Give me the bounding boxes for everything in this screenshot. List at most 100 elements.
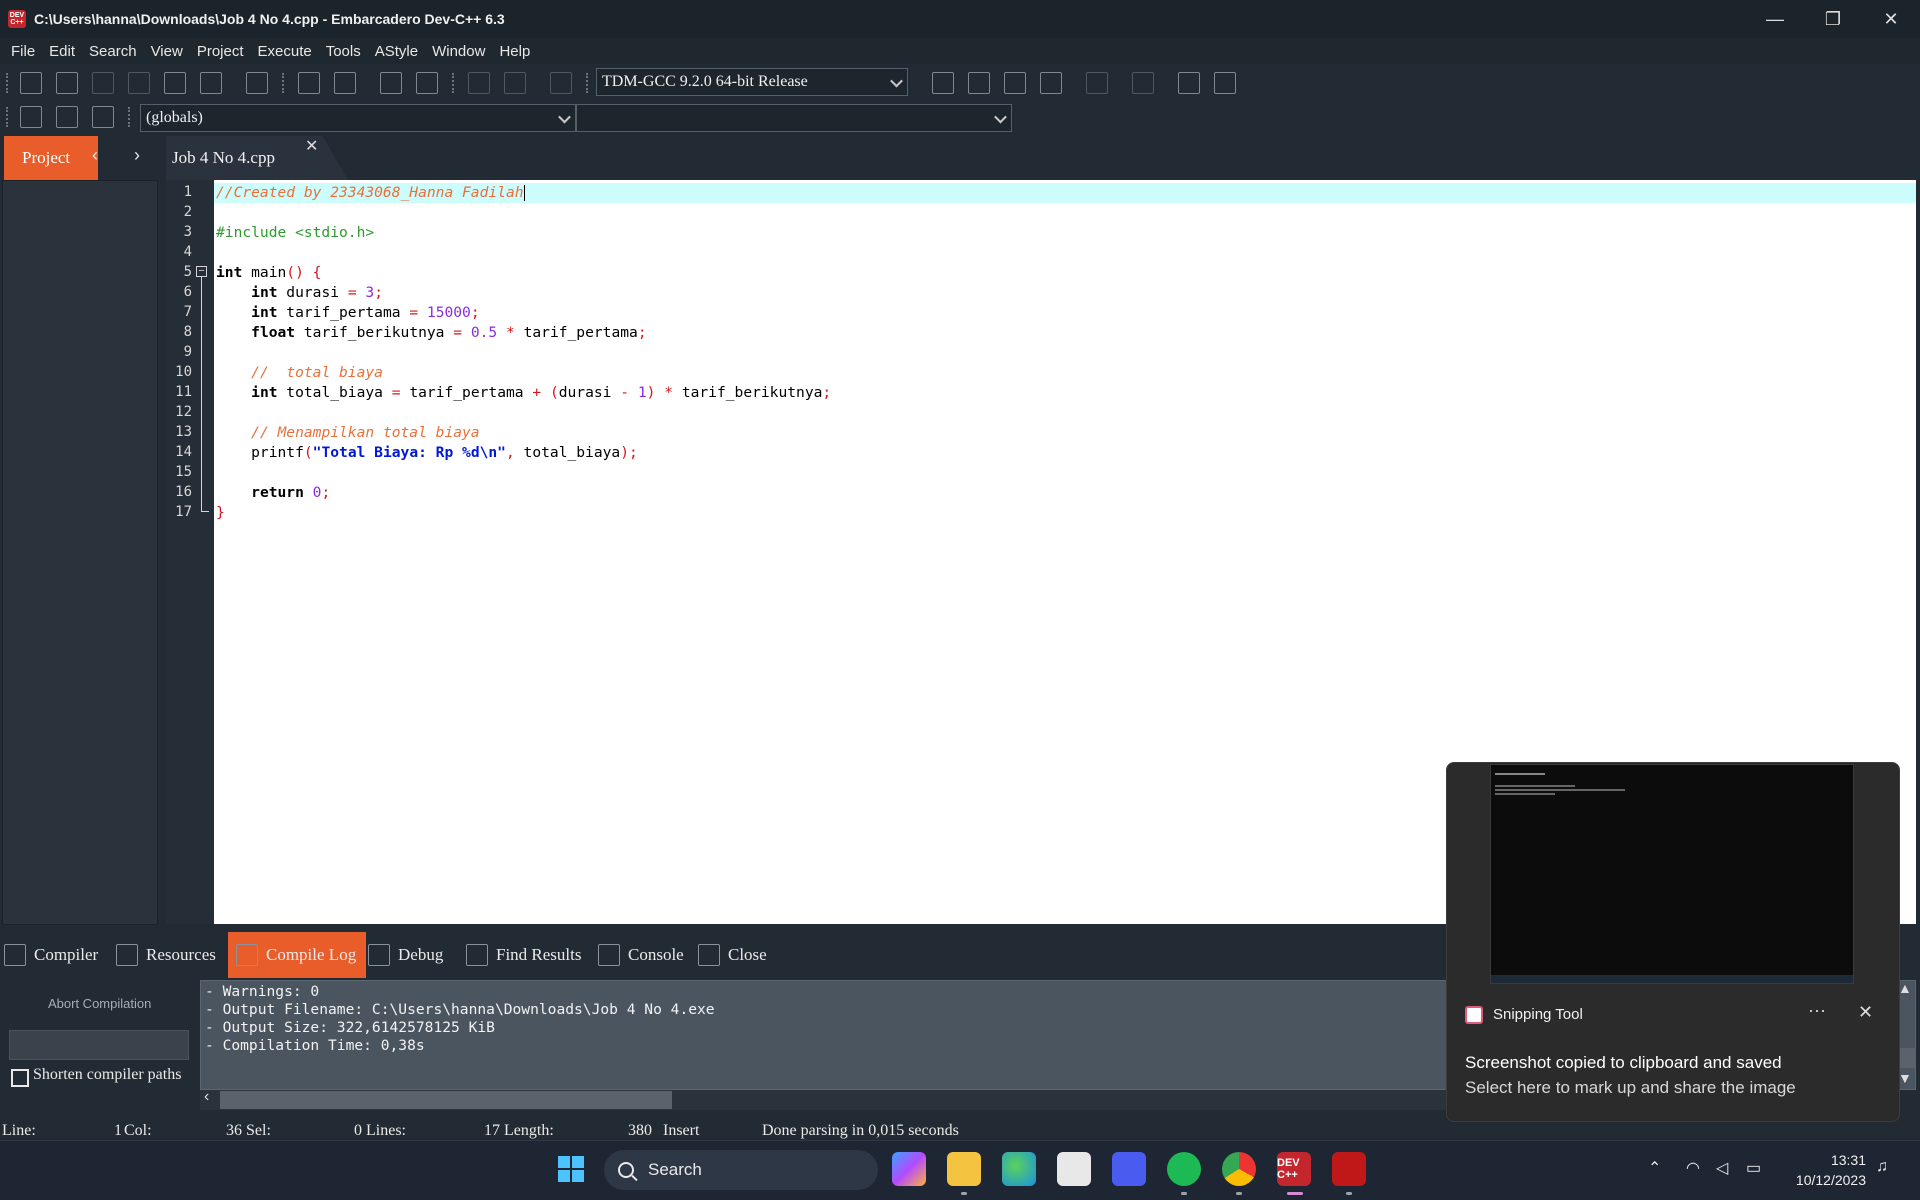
- indent-icon[interactable]: [380, 72, 402, 94]
- print-icon[interactable]: [246, 72, 268, 94]
- scroll-down-icon[interactable]: ▼: [1898, 1070, 1912, 1086]
- toolbar-grip[interactable]: [452, 73, 455, 93]
- close-tab-icon[interactable]: ✕: [305, 136, 318, 156]
- system-clock[interactable]: 13:31 10/12/2023: [1786, 1150, 1866, 1190]
- toolbar-grip[interactable]: [6, 73, 9, 93]
- battery-icon[interactable]: ▭: [1746, 1158, 1761, 1178]
- save-icon[interactable]: [92, 72, 114, 94]
- menu-astyle[interactable]: AStyle: [368, 43, 425, 60]
- edge-icon[interactable]: [1002, 1152, 1036, 1186]
- more-options-icon[interactable]: ···: [1808, 1000, 1826, 1021]
- scrollbar-thumb[interactable]: [1900, 1048, 1916, 1068]
- chevron-right-icon[interactable]: ›: [134, 145, 140, 166]
- scrollbar-thumb[interactable]: [220, 1091, 672, 1109]
- chevron-up-icon[interactable]: ⌃: [1648, 1158, 1661, 1178]
- close-file-icon[interactable]: [164, 72, 186, 94]
- find-icon[interactable]: [298, 72, 320, 94]
- goto-icon[interactable]: [20, 106, 42, 128]
- volume-icon[interactable]: ◁: [1716, 1158, 1728, 1178]
- bookmark-icon[interactable]: [56, 106, 78, 128]
- store-icon[interactable]: [1057, 1152, 1091, 1186]
- find-icon: [466, 944, 488, 966]
- new-file-icon[interactable]: [20, 72, 42, 94]
- profile-icon[interactable]: [1178, 72, 1200, 94]
- fold-toggle-icon[interactable]: −: [196, 266, 207, 277]
- spotify-icon[interactable]: [1167, 1152, 1201, 1186]
- line-number: 8: [183, 324, 192, 340]
- menu-view[interactable]: View: [144, 43, 190, 60]
- stop-icon[interactable]: [1132, 72, 1154, 94]
- tab-compile-log[interactable]: Compile Log: [228, 932, 367, 978]
- toolbar-grip[interactable]: [6, 107, 9, 127]
- status-length: 380: [628, 1122, 652, 1139]
- chevron-left-icon[interactable]: ‹: [92, 145, 98, 166]
- tab-find-results[interactable]: Find Results: [466, 932, 582, 978]
- menu-search[interactable]: Search: [82, 43, 144, 60]
- file-explorer-icon[interactable]: [947, 1152, 981, 1186]
- status-line-label: Line:: [2, 1122, 36, 1139]
- menu-help[interactable]: Help: [492, 43, 537, 60]
- abort-compilation-button[interactable]: Abort Compilation: [48, 996, 151, 1011]
- tab-project[interactable]: Project: [4, 136, 98, 180]
- project-options-icon[interactable]: [550, 72, 572, 94]
- mcafee-icon[interactable]: [1332, 1152, 1366, 1186]
- menu-file[interactable]: File: [4, 43, 42, 60]
- scope-select[interactable]: (globals): [140, 104, 576, 132]
- tab-debug[interactable]: Debug: [368, 932, 443, 978]
- menu-bar: File Edit Search View Project Execute To…: [0, 38, 1920, 64]
- compile-run-icon[interactable]: [1004, 72, 1026, 94]
- wifi-icon[interactable]: ◠: [1686, 1158, 1700, 1178]
- add-to-project-icon[interactable]: [468, 72, 490, 94]
- toolbar-grip[interactable]: [586, 73, 589, 93]
- menu-window[interactable]: Window: [425, 43, 492, 60]
- toolbar-grip[interactable]: [282, 73, 285, 93]
- code-line-1: //Created by 23343068_Hanna Fadilah: [216, 184, 525, 201]
- devcpp-taskbar-icon[interactable]: DEV C++: [1277, 1152, 1311, 1186]
- line-number: 5: [183, 264, 192, 280]
- menu-tools[interactable]: Tools: [319, 43, 368, 60]
- tab-close[interactable]: Close: [698, 932, 767, 978]
- unindent-icon[interactable]: [416, 72, 438, 94]
- minimize-button[interactable]: —: [1746, 0, 1804, 38]
- bookmarks-icon[interactable]: [92, 106, 114, 128]
- tab-compiler[interactable]: Compiler: [4, 932, 98, 978]
- replace-icon[interactable]: [334, 72, 356, 94]
- open-file-icon[interactable]: [56, 72, 78, 94]
- menu-project[interactable]: Project: [190, 43, 251, 60]
- compile-icon[interactable]: [932, 72, 954, 94]
- preview-taskbar: [1491, 975, 1853, 983]
- check-icon[interactable]: [1086, 72, 1108, 94]
- menu-edit[interactable]: Edit: [42, 43, 82, 60]
- close-all-icon[interactable]: [200, 72, 222, 94]
- line-number: 16: [175, 484, 192, 500]
- project-panel[interactable]: [2, 180, 158, 925]
- delete-profile-icon[interactable]: [1214, 72, 1236, 94]
- compiler-select[interactable]: TDM-GCC 9.2.0 64-bit Release: [596, 68, 908, 96]
- chrome-icon[interactable]: [1222, 1152, 1256, 1186]
- tab-resources[interactable]: Resources: [116, 932, 216, 978]
- tab-job-4-no-4[interactable]: Job 4 No 4.cpp: [166, 136, 348, 180]
- line-number: 6: [183, 284, 192, 300]
- toolbar-grip[interactable]: [128, 107, 131, 127]
- taskbar-search[interactable]: Search: [604, 1150, 878, 1190]
- menu-execute[interactable]: Execute: [251, 43, 319, 60]
- run-icon[interactable]: [968, 72, 990, 94]
- restore-button[interactable]: ❐: [1804, 0, 1862, 38]
- screenshot-thumbnail[interactable]: [1490, 764, 1854, 984]
- close-window-button[interactable]: ✕: [1862, 0, 1920, 38]
- tab-label: Close: [728, 945, 767, 964]
- shorten-paths-checkbox[interactable]: [11, 1069, 29, 1087]
- save-all-icon[interactable]: [128, 72, 150, 94]
- tab-console[interactable]: Console: [598, 932, 684, 978]
- function-select[interactable]: [576, 104, 1012, 132]
- start-windows-icon[interactable]: [554, 1152, 588, 1186]
- scroll-up-icon[interactable]: ▲: [1898, 980, 1912, 996]
- scroll-left-icon[interactable]: ‹: [204, 1088, 209, 1106]
- close-notification-icon[interactable]: ✕: [1858, 1002, 1873, 1023]
- notification-bell-icon[interactable]: ♫: [1876, 1158, 1888, 1176]
- visual-studio-code-icon[interactable]: [1112, 1152, 1146, 1186]
- remove-from-project-icon[interactable]: [504, 72, 526, 94]
- rebuild-icon[interactable]: [1040, 72, 1062, 94]
- copilot-icon[interactable]: [892, 1152, 926, 1186]
- compiler-icon: [4, 944, 26, 966]
